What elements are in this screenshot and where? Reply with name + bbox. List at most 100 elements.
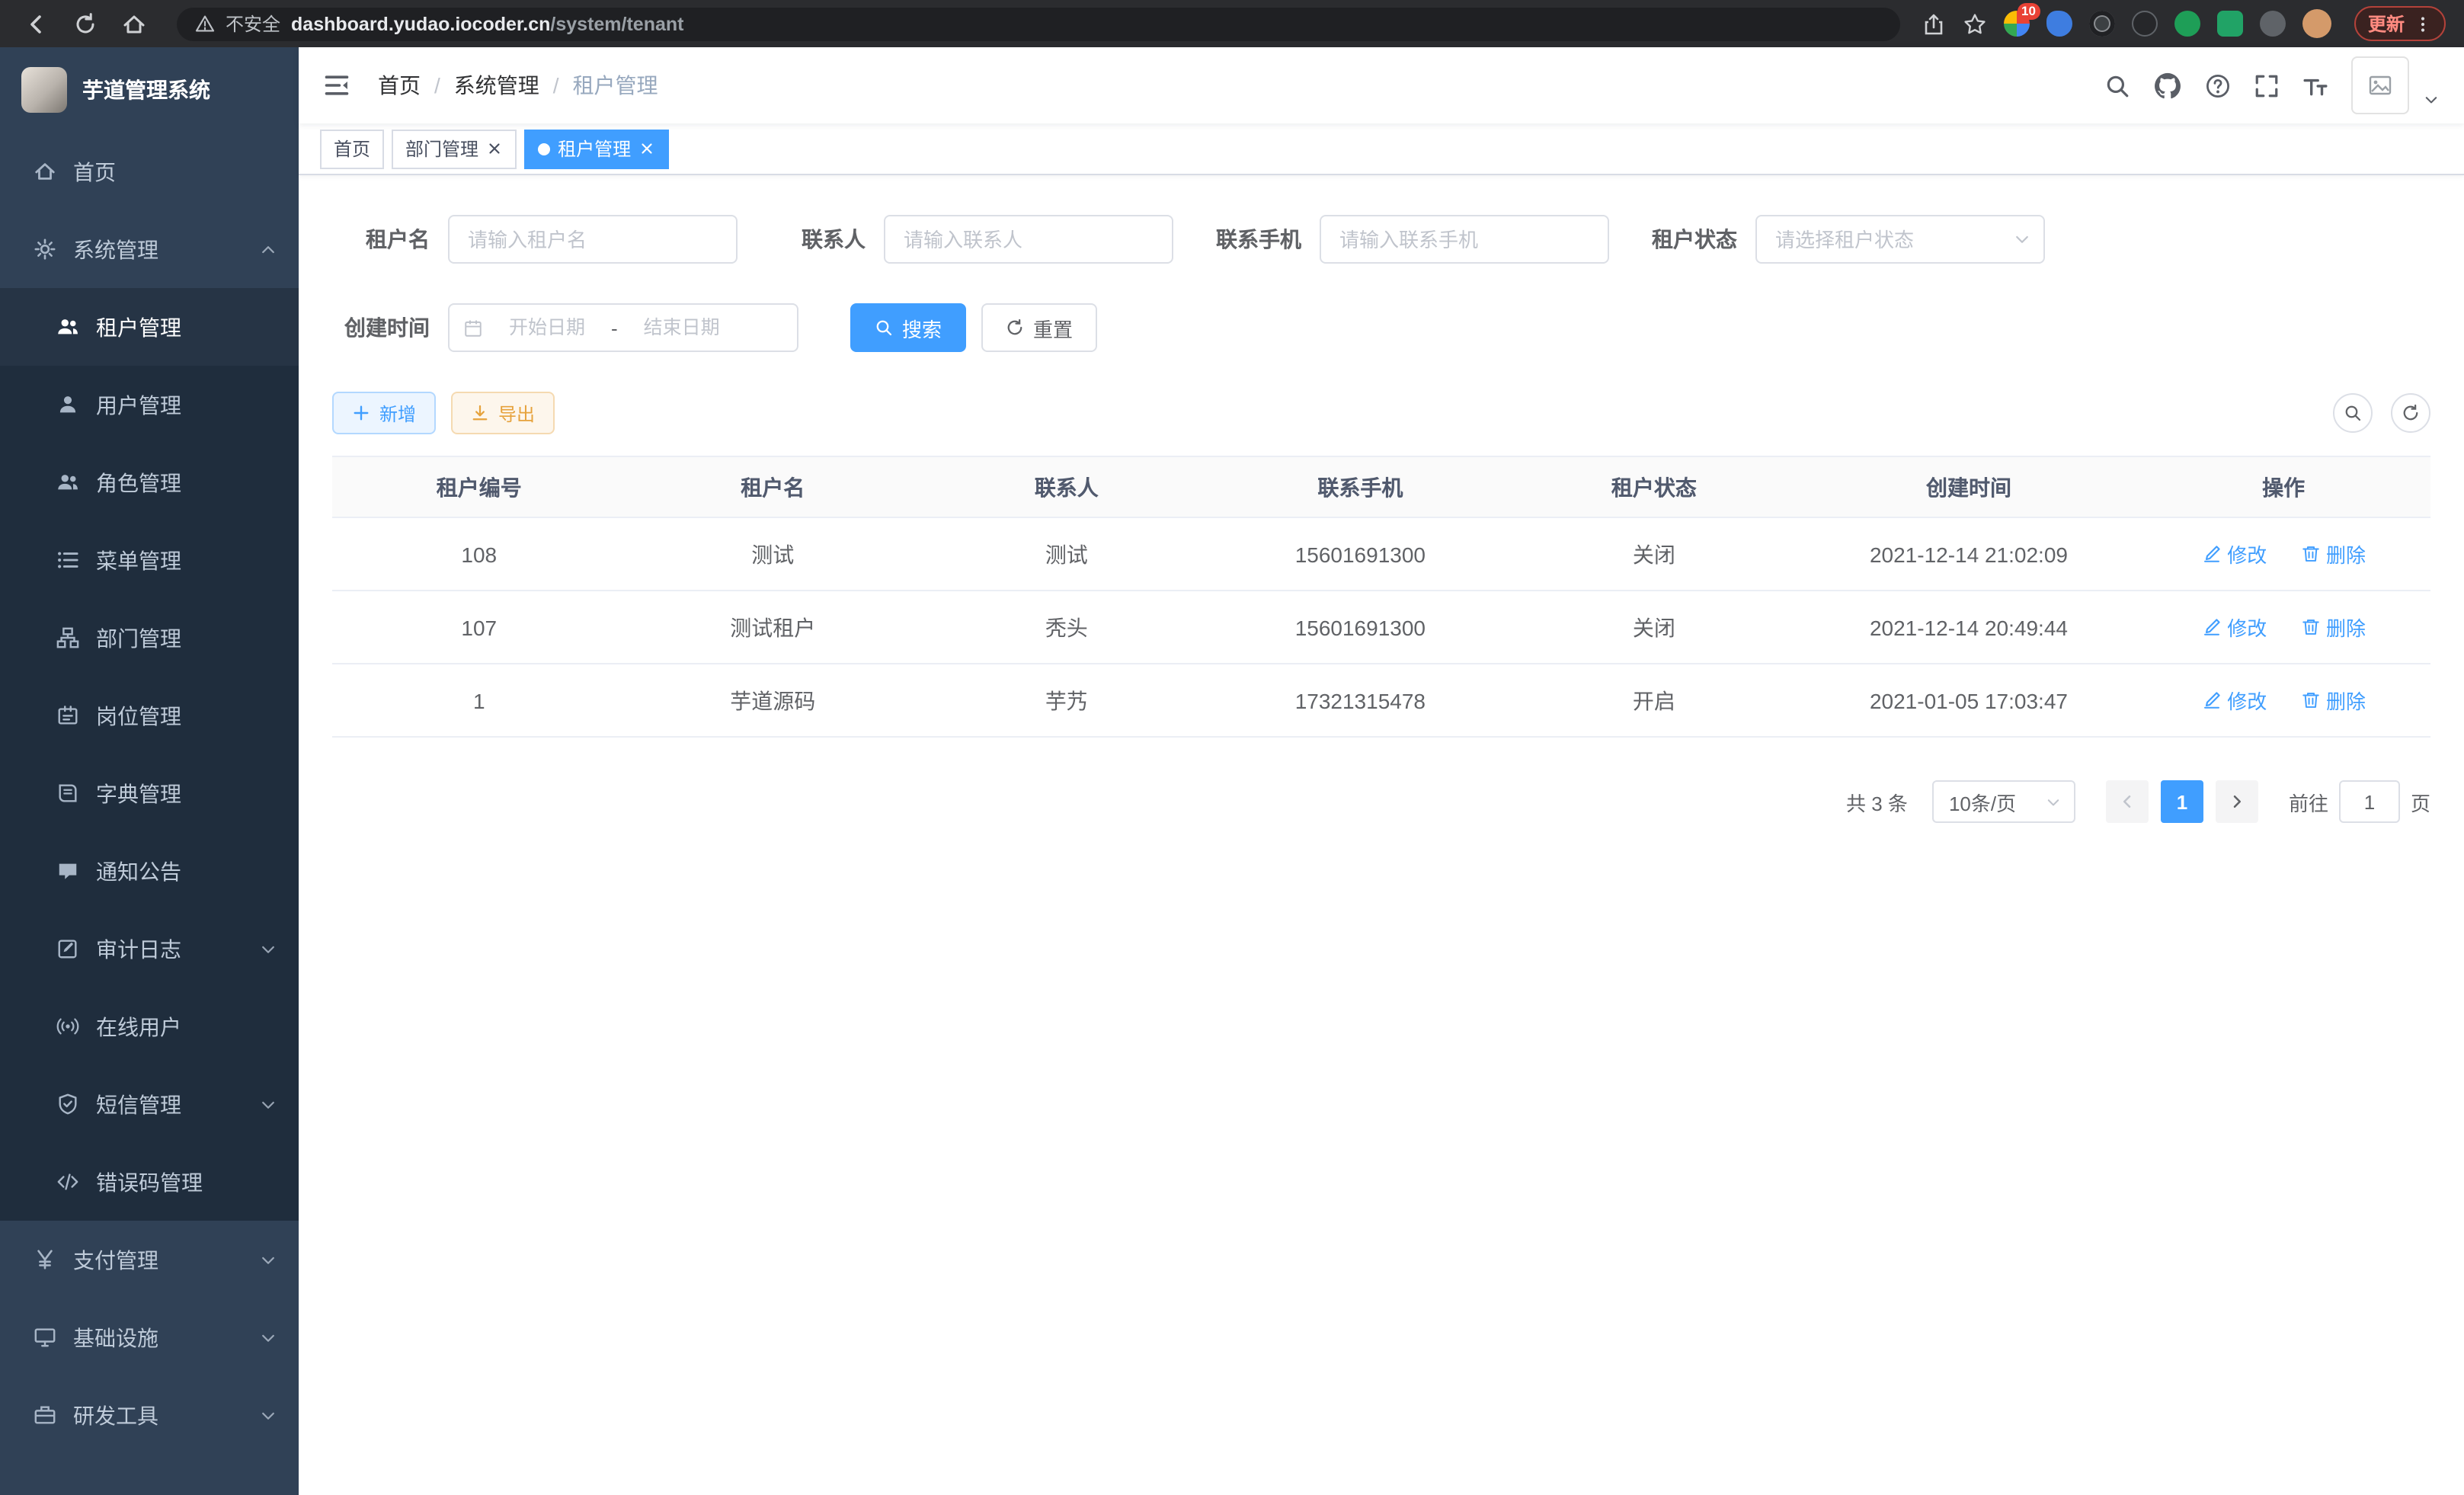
extension-icon[interactable] [2089,11,2115,37]
date-range-picker[interactable]: - [448,303,798,352]
browser-home-icon[interactable] [122,11,146,36]
extension-icon[interactable] [2217,11,2243,37]
help-icon[interactable] [2205,72,2231,98]
font-size-icon[interactable] [2302,72,2328,98]
phone-input[interactable] [1320,215,1609,264]
tenant-name-input[interactable] [448,215,738,264]
table-header-row: 租户编号 租户名 联系人 联系手机 租户状态 创建时间 操作 [332,456,2430,517]
sidebar-item-error-code[interactable]: 错误码管理 [0,1143,299,1221]
extension-icon[interactable] [2046,11,2072,37]
page-number-active[interactable]: 1 [2161,780,2203,823]
export-button[interactable]: 导出 [451,392,555,434]
sidebar-item-user[interactable]: 用户管理 [0,366,299,443]
edit-link[interactable]: 修改 [2201,613,2267,642]
sidebar-item-label: 用户管理 [96,389,181,420]
share-icon[interactable] [1922,11,1946,36]
cell-tenant-id: 107 [332,591,626,664]
delete-link[interactable]: 删除 [2300,539,2366,568]
sidebar-item-audit-log[interactable]: 审计日志 [0,910,299,988]
sidebar-item-dept[interactable]: 部门管理 [0,599,299,677]
browser-reload-icon[interactable] [73,11,98,36]
sidebar-item-notice[interactable]: 通知公告 [0,832,299,910]
extension-icon[interactable] [2260,11,2286,37]
fullscreen-icon[interactable] [2254,72,2280,98]
refresh-icon [1006,319,1024,337]
chrome-update-button[interactable]: 更新 [2354,6,2446,41]
next-page-button[interactable] [2216,780,2258,823]
page-size-select[interactable]: 10条/页 [1932,780,2075,823]
sidebar-item-system[interactable]: 系统管理 [0,210,299,288]
delete-link[interactable]: 删除 [2300,686,2366,715]
contact-input[interactable] [884,215,1173,264]
address-bar[interactable]: 不安全 dashboard.yudao.iocoder.cn/system/te… [177,7,1900,40]
sidebar-item-infra[interactable]: 基础设施 [0,1298,299,1376]
url-text[interactable]: dashboard.yudao.iocoder.cn/system/tenant [291,13,683,34]
phone-label: 联系手机 [1204,224,1301,255]
sidebar-item-tenant[interactable]: 租户管理 [0,288,299,366]
github-icon[interactable] [2153,71,2182,100]
breadcrumb-system[interactable]: 系统管理 [454,70,539,101]
end-date-input[interactable] [624,315,740,340]
refresh-icon [2402,404,2420,422]
browser-profile-avatar[interactable] [2302,9,2331,38]
user-avatar[interactable] [2351,56,2409,114]
sidebar-item-role[interactable]: 角色管理 [0,443,299,521]
sidebar-item-payment[interactable]: 支付管理 [0,1221,299,1298]
extension-icon[interactable] [2174,11,2200,37]
breadcrumb-home[interactable]: 首页 [378,70,421,101]
prev-page-button[interactable] [2106,780,2149,823]
edit-icon [2201,544,2221,564]
sidebar-logo[interactable]: 芋道管理系统 [0,47,299,133]
trash-icon [2300,617,2320,637]
browser-back-icon[interactable] [24,11,49,36]
users-icon [56,315,79,338]
screen: 不安全 dashboard.yudao.iocoder.cn/system/te… [0,0,2464,1495]
tag-home[interactable]: 首页 [320,129,384,168]
toggle-search-button[interactable] [2333,393,2373,433]
sidebar-item-home[interactable]: 首页 [0,133,299,210]
goto-page-input[interactable] [2339,780,2400,823]
edit-link[interactable]: 修改 [2201,686,2267,715]
col-tenant-id: 租户编号 [332,456,626,517]
cell-phone: 15601691300 [1214,591,1508,664]
search-button[interactable]: 搜索 [850,303,966,352]
search-icon[interactable] [2104,72,2130,98]
sidebar-item-online-user[interactable]: 在线用户 [0,988,299,1065]
close-icon[interactable] [486,140,503,157]
delete-link[interactable]: 删除 [2300,613,2366,642]
search-icon [875,319,893,337]
reset-button[interactable]: 重置 [981,303,1097,352]
extension-icon[interactable] [2132,11,2158,37]
extension-icon[interactable]: 10 [2004,11,2030,37]
sidebar-item-post[interactable]: 岗位管理 [0,677,299,754]
bookmark-star-icon[interactable] [1963,11,1987,36]
add-button-label: 新增 [379,400,416,426]
security-warning-icon[interactable] [195,14,215,34]
add-button[interactable]: 新增 [332,392,436,434]
sidebar-item-label: 系统管理 [73,234,158,264]
refresh-table-button[interactable] [2391,393,2430,433]
tag-tenant-active[interactable]: 租户管理 [524,129,669,168]
browser-menu-icon[interactable] [2414,13,2432,34]
sidebar-item-menu[interactable]: 菜单管理 [0,521,299,599]
cell-ops: 修改 删除 [2136,664,2430,737]
start-date-input[interactable] [489,315,605,340]
cell-status: 关闭 [1507,591,1801,664]
sidebar-item-sms[interactable]: 短信管理 [0,1065,299,1143]
status-select-input[interactable] [1755,215,2045,264]
cell-created: 2021-01-05 17:03:47 [1801,664,2137,737]
edit-link[interactable]: 修改 [2201,539,2267,568]
close-icon[interactable] [638,140,655,157]
menu-fold-icon[interactable] [323,72,350,99]
tag-dept[interactable]: 部门管理 [392,129,517,168]
sidebar-item-devtools[interactable]: 研发工具 [0,1376,299,1454]
user-icon [56,393,79,416]
security-warning-label[interactable]: 不安全 [226,11,280,37]
goto-label: 前往 [2289,787,2328,816]
chevron-down-icon[interactable] [2423,91,2440,107]
role-icon [56,471,79,494]
trash-icon [2300,544,2320,564]
status-select[interactable] [1755,215,2045,264]
sidebar-item-dict[interactable]: 字典管理 [0,754,299,832]
sidebar-item-label: 审计日志 [96,933,181,964]
